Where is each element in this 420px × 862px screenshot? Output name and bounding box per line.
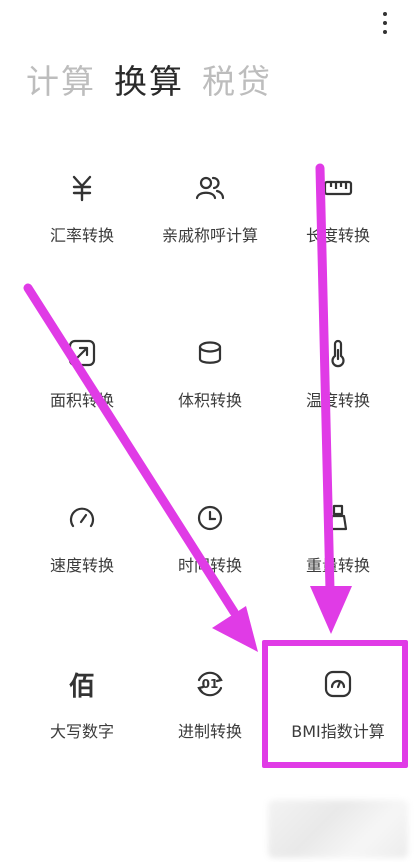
watermark-blur <box>268 800 408 858</box>
tool-label: 长度转换 <box>305 226 370 245</box>
tool-weight[interactable]: 重量转换 <box>268 498 408 598</box>
people-icon <box>190 168 230 208</box>
tool-area[interactable]: 面积转换 <box>12 333 152 433</box>
tool-label: 速度转换 <box>49 556 114 575</box>
clock-icon <box>190 498 230 538</box>
area-icon <box>62 333 102 373</box>
tool-length[interactable]: 长度转换 <box>268 168 408 268</box>
thermometer-icon <box>318 333 358 373</box>
tool-label: 进制转换 <box>177 722 242 741</box>
bai-glyph: 佰 <box>68 671 95 702</box>
tool-label: 面积转换 <box>49 391 114 410</box>
tool-uppercase-number[interactable]: 佰 大写数字 <box>12 664 152 764</box>
binary-glyph: 01 <box>201 677 219 691</box>
ruler-icon <box>318 168 358 208</box>
bai-character-icon: 佰 <box>62 664 102 704</box>
tool-volume[interactable]: 体积转换 <box>140 333 280 433</box>
tool-exchange-rate[interactable]: 汇率转换 <box>12 168 152 268</box>
weight-icon <box>318 498 358 538</box>
tool-base-convert[interactable]: 01 进制转换 <box>140 664 280 764</box>
yuan-icon <box>62 168 102 208</box>
volume-icon <box>190 333 230 373</box>
tool-label: 体积转换 <box>177 391 242 410</box>
tool-label: 重量转换 <box>305 556 370 575</box>
tool-label: 汇率转换 <box>49 226 114 245</box>
tool-temperature[interactable]: 温度转换 <box>268 333 408 433</box>
speedometer-icon <box>62 498 102 538</box>
tool-label: 大写数字 <box>49 722 114 741</box>
tool-time[interactable]: 时间转换 <box>140 498 280 598</box>
tool-label: 温度转换 <box>305 391 370 410</box>
tool-relatives[interactable]: 亲戚称呼计算 <box>140 168 280 268</box>
tool-label: 亲戚称呼计算 <box>161 226 258 245</box>
tool-label: 时间转换 <box>177 556 242 575</box>
base-convert-icon: 01 <box>190 664 230 704</box>
tool-speed[interactable]: 速度转换 <box>12 498 152 598</box>
bmi-highlight-box <box>262 640 408 768</box>
